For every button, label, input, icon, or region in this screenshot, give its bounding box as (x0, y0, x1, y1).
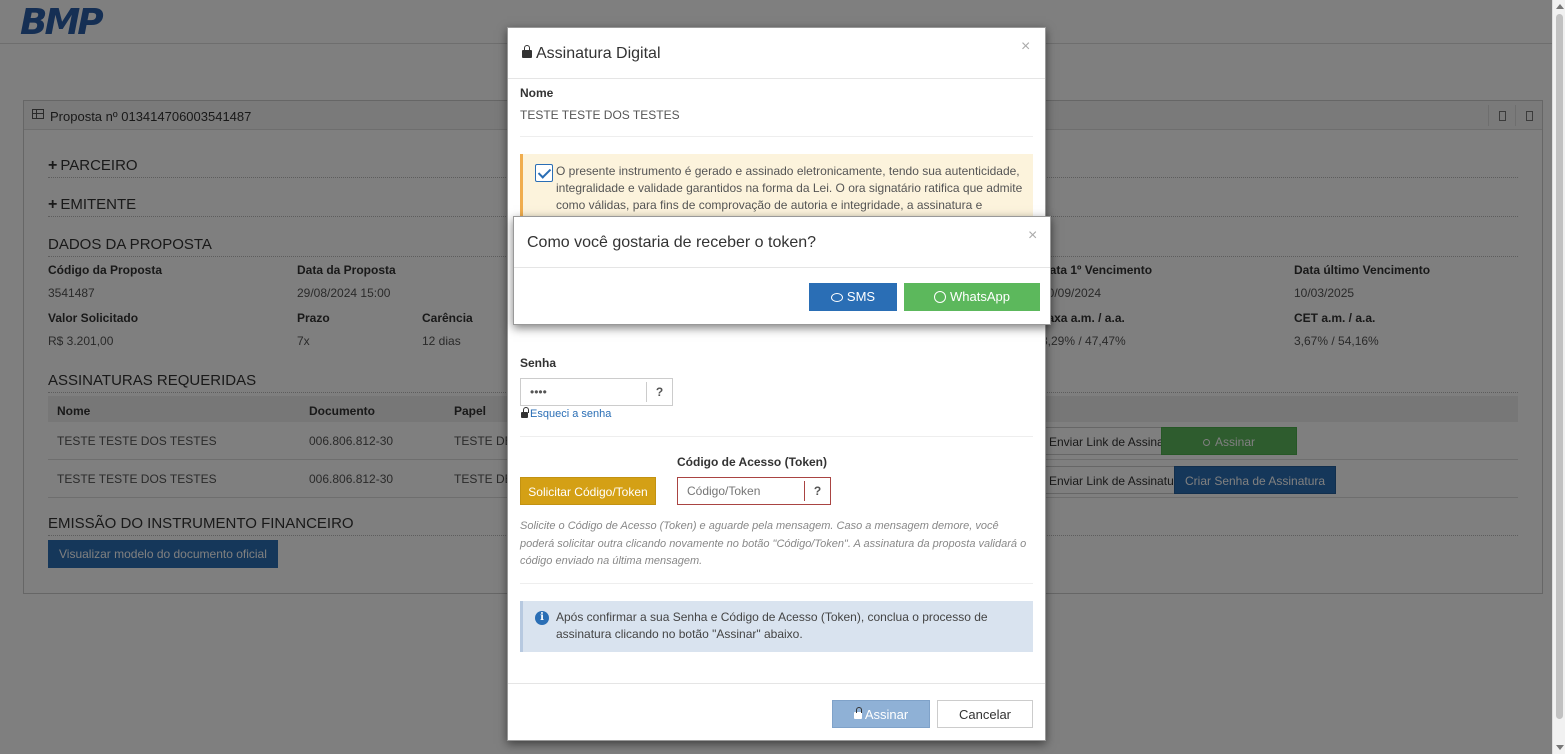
token-dialog-title: Como você gostaria de receber o token? (527, 234, 817, 251)
close-icon[interactable]: × (1028, 227, 1037, 245)
token-help-text: Solicite o Código de Acesso (Token) e ag… (520, 520, 1027, 567)
token-input[interactable] (678, 478, 804, 504)
close-icon[interactable]: × (1021, 38, 1030, 56)
info-text: Após confirmar a sua Senha e Código de A… (556, 610, 988, 641)
password-help-button[interactable]: ? (646, 382, 672, 402)
token-help-button[interactable]: ? (804, 481, 830, 501)
page-scrollbar[interactable] (1552, 0, 1565, 754)
sign-button[interactable]: Assinar (832, 700, 930, 728)
scroll-up-icon[interactable] (1556, 4, 1564, 9)
terms-alert: O presente instrumento é gerado e assina… (520, 154, 1033, 218)
token-group: ? (677, 477, 831, 505)
modal-title: Assinatura Digital (536, 45, 661, 62)
request-token-button[interactable]: Solicitar Código/Token (520, 477, 656, 505)
info-icon: i (535, 611, 549, 625)
digital-signature-modal: Assinatura Digital × Nome TESTE TESTE DO… (507, 27, 1046, 741)
password-label: Senha (520, 356, 557, 370)
lock-icon (522, 45, 532, 58)
modal-header: Assinatura Digital × (508, 28, 1045, 79)
cancel-button[interactable]: Cancelar (937, 700, 1033, 728)
scroll-thumb[interactable] (1556, 14, 1563, 719)
lock-icon (853, 707, 862, 719)
token-dialog-header: Como você gostaria de receber o token? × (514, 217, 1050, 268)
lock-icon (521, 407, 529, 418)
forgot-password-link[interactable]: Esqueci a senha (530, 408, 611, 420)
divider (520, 583, 1033, 584)
divider (520, 136, 1033, 137)
scroll-down-icon[interactable] (1556, 745, 1564, 750)
divider (520, 436, 1033, 437)
token-method-dialog: Como você gostaria de receber o token? ×… (513, 216, 1051, 325)
whatsapp-icon (934, 291, 946, 303)
sign-button-label: Assinar (864, 707, 909, 722)
terms-checkbox[interactable] (535, 164, 553, 182)
token-label: Código de Acesso (Token) (677, 455, 828, 469)
terms-text: O presente instrumento é gerado e assina… (556, 164, 1023, 212)
info-alert: i Após confirmar a sua Senha e Código de… (520, 601, 1033, 652)
name-value: TESTE TESTE DOS TESTES (520, 108, 680, 122)
chat-bubble-icon (830, 293, 843, 302)
password-group: ? (520, 378, 673, 406)
name-label: Nome (520, 86, 554, 100)
whatsapp-button[interactable]: WhatsApp (904, 283, 1040, 311)
whatsapp-button-label: WhatsApp (950, 289, 1010, 304)
password-input[interactable] (521, 379, 646, 405)
modal-footer: Assinar Cancelar (508, 683, 1045, 740)
sms-button[interactable]: SMS (809, 283, 897, 311)
sms-button-label: SMS (846, 289, 876, 304)
